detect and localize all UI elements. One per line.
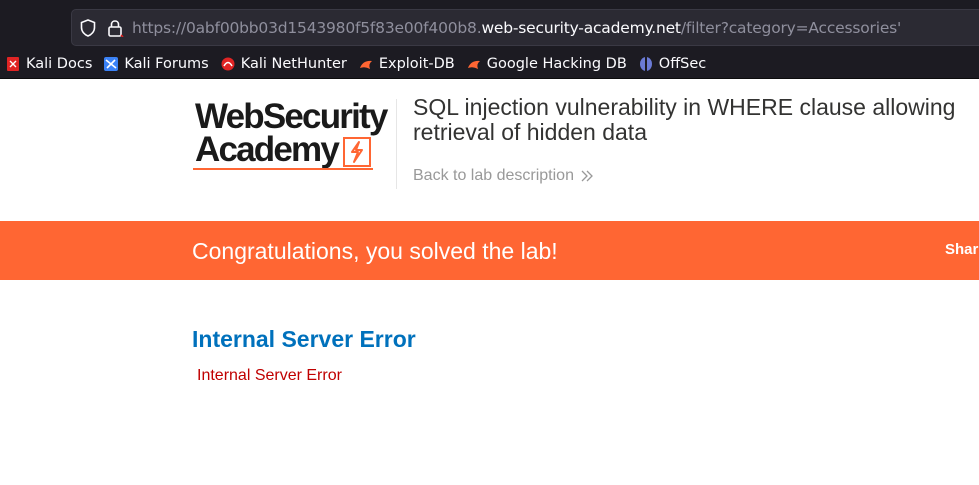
lightning-bolt-icon (343, 137, 371, 167)
lab-title: SQL injection vulnerability in WHERE cla… (413, 94, 956, 145)
lab-solved-banner: Congratulations, you solved the lab! Sha… (0, 221, 979, 280)
bookmark-offsec[interactable]: OffSec (639, 55, 707, 72)
bookmark-google-hacking-db[interactable]: Google Hacking DB (467, 56, 627, 72)
browser-toolbar: https://0abf00bb03d1543980f5f83e00f400b8… (0, 0, 979, 49)
url-path: /filter?category=Accessories' (680, 19, 902, 37)
bookmark-label: OffSec (658, 55, 707, 72)
back-to-lab-description-link[interactable]: Back to lab description (413, 167, 594, 185)
double-chevron-right-icon (581, 170, 593, 182)
bookmark-kali-nethunter[interactable]: Kali NetHunter (221, 56, 347, 72)
bookmarks-toolbar: Kali Docs Kali Forums Kali NetHunter Exp… (0, 49, 979, 79)
logo-line2: Academy (195, 130, 340, 169)
url-text[interactable]: https://0abf00bb03d1543980f5f83e00f400b8… (132, 19, 901, 37)
lock-icon[interactable] (106, 19, 124, 37)
back-link-label: Back to lab description (413, 167, 574, 184)
url-domain: web-security-academy.net (481, 19, 681, 37)
tracking-protection-shield-icon[interactable] (80, 19, 96, 37)
logo-line1: WebSecurity (195, 97, 388, 136)
google-hacking-db-icon (467, 60, 480, 69)
header-divider (396, 99, 397, 189)
bookmark-kali-forums[interactable]: Kali Forums (104, 55, 209, 72)
address-bar[interactable]: https://0abf00bb03d1543980f5f83e00f400b8… (71, 9, 979, 46)
bookmark-kali-docs[interactable]: Kali Docs (6, 56, 92, 72)
bookmark-label: Kali Docs (26, 55, 93, 72)
exploit-db-icon (359, 60, 372, 69)
url-prefix: https://0abf00bb03d1543980f5f83e00f400b8… (132, 19, 482, 37)
kali-forums-icon (104, 56, 119, 71)
web-security-academy-logo[interactable]: WebSecurity Academy (193, 99, 393, 171)
solved-message: Congratulations, you solved the lab! (192, 238, 558, 264)
error-heading: Internal Server Error (192, 326, 416, 352)
kali-docs-icon (7, 56, 19, 71)
bookmark-label: Exploit-DB (378, 55, 455, 72)
bookmark-label: Kali NetHunter (240, 55, 347, 72)
share-button[interactable]: Share (945, 241, 979, 258)
bookmark-label: Google Hacking DB (486, 55, 627, 72)
logo-underline (193, 168, 373, 170)
error-message: Internal Server Error (197, 367, 342, 384)
kali-nethunter-icon (221, 57, 235, 70)
bookmark-label: Kali Forums (124, 55, 209, 72)
offsec-icon (639, 56, 652, 71)
page-content: WebSecurity Academy SQL injection vulner… (0, 79, 979, 485)
bookmark-exploit-db[interactable]: Exploit-DB (359, 56, 455, 72)
